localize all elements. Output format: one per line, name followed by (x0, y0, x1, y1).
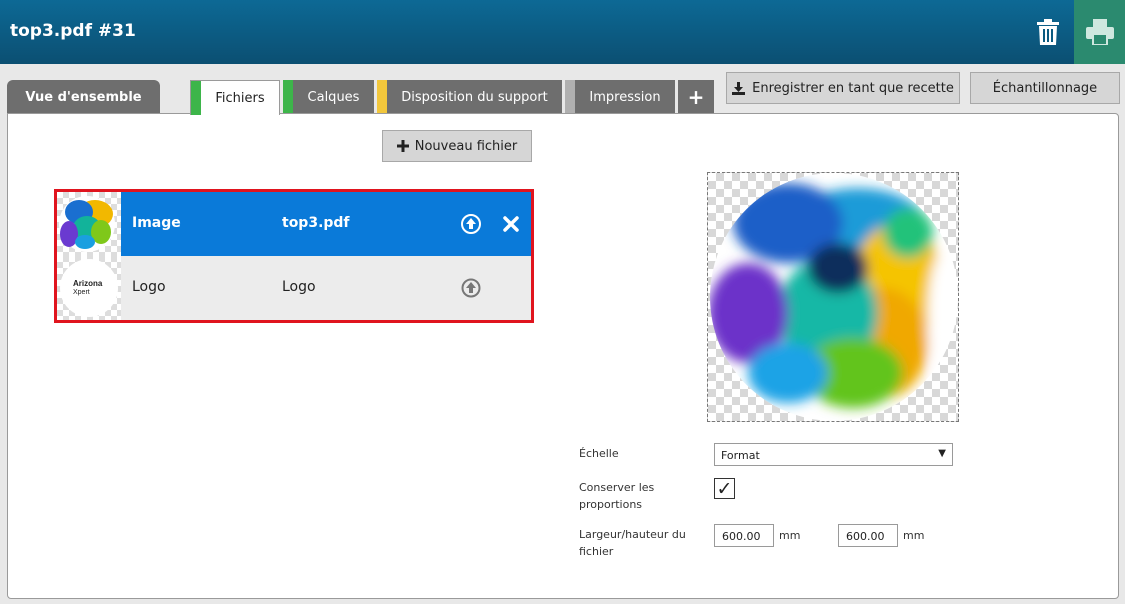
tab-layout-color-bar (377, 80, 387, 114)
remove-file-button[interactable] (500, 213, 522, 235)
tab-layout-label: Disposition du support (401, 89, 548, 105)
app-header: top3.pdf #31 (0, 0, 1125, 64)
tab-files[interactable]: Fichiers (190, 80, 280, 115)
tab-overview[interactable]: Vue d'ensemble (7, 80, 160, 114)
keep-ratio-label-line2: proportions (579, 498, 643, 511)
file-list: Image top3.pdf Arizona Xpert Logo Logo (54, 189, 534, 323)
file-thumbnail (57, 192, 121, 256)
trash-icon (1037, 19, 1059, 45)
tab-layers[interactable]: Calques (283, 80, 374, 114)
tab-layers-label: Calques (307, 89, 360, 105)
tab-files-color-bar (191, 81, 201, 115)
file-thumbnail: Arizona Xpert (57, 256, 121, 320)
ink-image-preview (710, 173, 958, 421)
height-unit: mm (903, 529, 925, 542)
file-size-label-line2: fichier (579, 545, 614, 558)
logo-thumbnail: Arizona Xpert (60, 259, 118, 317)
ink-image-thumbnail (59, 196, 115, 252)
file-size-label-line1: Largeur/hauteur du (579, 528, 686, 541)
tab-layers-color-bar (283, 80, 293, 114)
tab-files-label: Fichiers (215, 90, 265, 106)
sampling-label: Échantillonnage (992, 80, 1098, 96)
checkmark-icon: ✓ (716, 477, 733, 500)
document-title: top3.pdf #31 (10, 21, 136, 41)
tab-print-label: Impression (589, 89, 661, 105)
keep-ratio-checkbox[interactable]: ✓ (714, 477, 735, 500)
save-recipe-button[interactable]: Enregistrer en tant que recette (726, 72, 960, 104)
upload-file-button[interactable] (460, 277, 482, 299)
dropdown-arrow-icon: ▼ (938, 448, 946, 459)
upload-file-button[interactable] (460, 213, 482, 235)
close-icon (503, 216, 519, 232)
tab-media-layout[interactable]: Disposition du support (377, 80, 562, 114)
scale-select-value: Format (721, 449, 760, 462)
delete-button[interactable] (1026, 12, 1070, 52)
logo-thumb-text-2: Xpert (73, 289, 90, 296)
plus-icon: + (687, 85, 705, 109)
tab-print-color-bar (565, 80, 575, 114)
print-button[interactable] (1074, 0, 1125, 64)
scale-select[interactable]: Format ▼ (714, 443, 953, 466)
upload-circle-icon (461, 278, 481, 298)
scale-label: Échelle (579, 447, 619, 460)
width-input[interactable]: 600.00 (714, 524, 774, 547)
file-row-logo[interactable]: Arizona Xpert Logo Logo (57, 256, 531, 320)
save-recipe-label: Enregistrer en tant que recette (752, 80, 954, 96)
tab-print[interactable]: Impression (565, 80, 675, 114)
add-tab-button[interactable]: + (678, 80, 714, 114)
new-file-label: Nouveau fichier (414, 138, 518, 154)
height-input[interactable]: 600.00 (838, 524, 898, 547)
download-icon (732, 81, 746, 95)
file-name: Logo (132, 279, 166, 295)
width-unit: mm (779, 529, 801, 542)
logo-thumb-text: Arizona (73, 279, 103, 288)
plus-icon (396, 140, 409, 152)
file-preview (707, 172, 959, 422)
upload-circle-icon (461, 214, 481, 234)
file-row-image[interactable]: Image top3.pdf (57, 192, 531, 256)
keep-ratio-label-line1: Conserver les (579, 481, 655, 494)
file-name: Image (132, 215, 181, 231)
file-source: top3.pdf (282, 215, 350, 231)
file-source: Logo (282, 279, 316, 295)
tab-overview-label: Vue d'ensemble (25, 89, 142, 105)
sampling-button[interactable]: Échantillonnage (970, 72, 1120, 104)
printer-icon (1085, 19, 1114, 45)
new-file-button[interactable]: Nouveau fichier (382, 130, 532, 162)
